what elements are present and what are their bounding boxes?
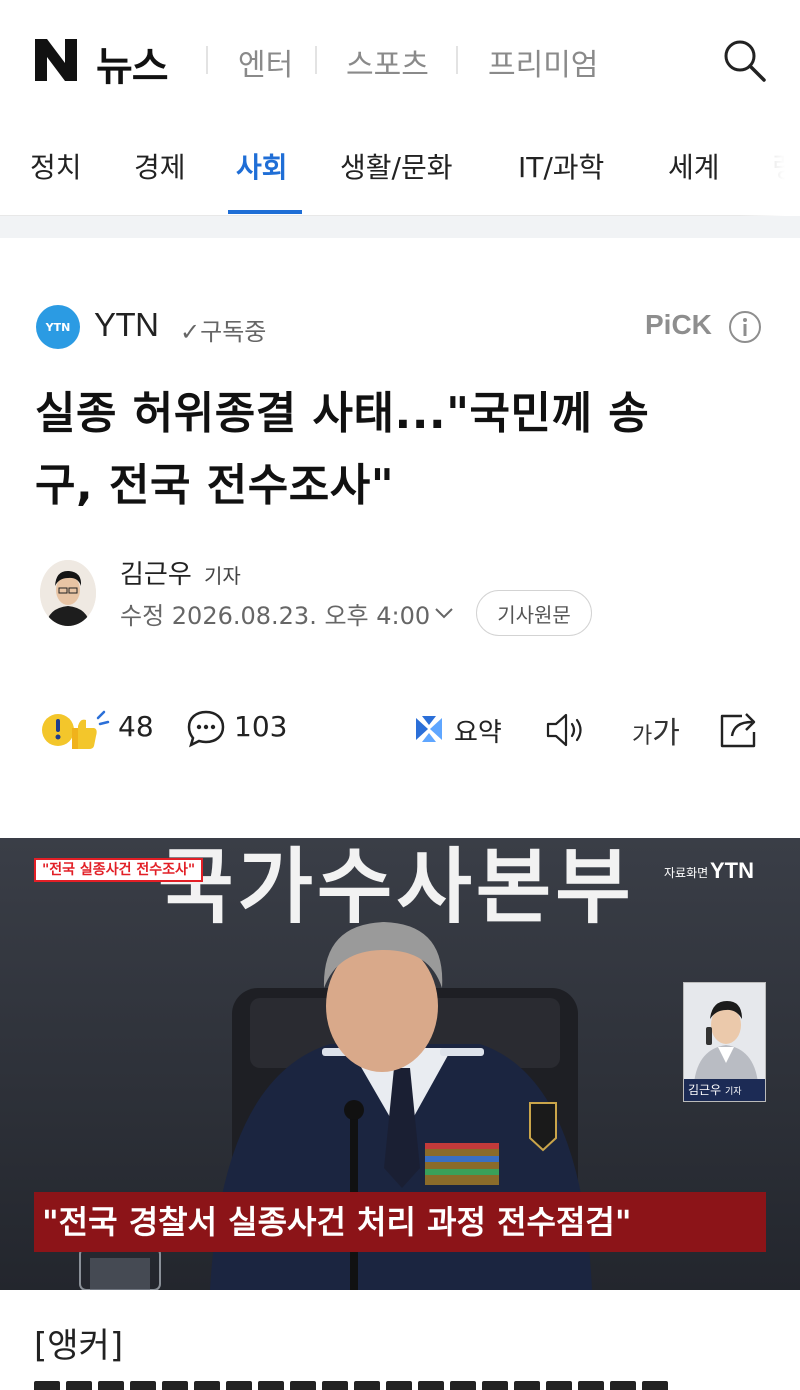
tab-society[interactable]: 사회 [236,146,288,186]
nav-entertainment[interactable]: 엔터 [238,40,293,84]
nav-sports[interactable]: 스포츠 [346,40,429,84]
photo-topic-tag: "전국 실종사건 전수조사" [34,858,204,882]
reporter-role: 기자 [204,564,241,588]
search-icon[interactable] [720,36,768,84]
ai-summary-icon[interactable] [412,712,446,746]
inset-role: 기자 [724,1087,742,1097]
comment-count: 103 [234,710,288,743]
inset-caption: 김근우 기자 [684,1079,765,1101]
summary-label[interactable]: 요약 [454,712,502,749]
nav-premium[interactable]: 프리미엄 [488,40,598,84]
divider [315,46,317,74]
share-icon[interactable] [718,708,762,750]
subscribe-label: 구독중 [200,318,267,346]
category-tabs: 정치 경제 사회 생활/문화 IT/과학 세계 랭 [0,120,800,216]
photo-caption-bar: "전국 경찰서 실종사건 처리 과정 전수점검" [34,1192,766,1252]
reaction-count: 48 [118,710,154,743]
original-article-button[interactable]: 기사원문 [476,590,592,636]
font-size-large: 가 [652,716,680,751]
press-name[interactable]: YTN [94,306,159,344]
backdrop-sign: 국가수사본부 [158,840,635,935]
tab-politics[interactable]: 정치 [30,146,82,186]
tab-it-science[interactable]: IT/과학 [518,146,604,186]
channel-watermark: YTN [710,858,754,883]
reaction-icon[interactable] [40,706,112,752]
top-bar: 뉴스 엔터 스포츠 프리미엄 [0,0,800,120]
news-logo-label[interactable]: 뉴스 [96,34,169,92]
body-text-cutoff [34,1380,764,1390]
subscribe-status[interactable]: ✓구독중 [180,312,266,347]
active-tab-indicator [228,210,302,214]
speaker-icon[interactable] [544,710,588,750]
headline-line-2: 구, 전국 전수조사" [35,460,395,511]
info-icon[interactable] [728,310,762,344]
reporter-avatar[interactable] [40,560,96,626]
font-size-small: 가 [632,724,653,749]
headline-line-1: 실종 허위종결 사태..."국민께 송 [35,388,650,439]
press-logo[interactable]: YTN [36,305,80,349]
tab-economy[interactable]: 경제 [134,146,186,186]
article-headline: 실종 허위종결 사태..."국민께 송 구, 전국 전수조사" [35,378,775,522]
inset-name: 김근우 [688,1083,722,1097]
comment-icon[interactable] [186,708,226,748]
tab-world[interactable]: 세계 [668,146,720,186]
divider [456,46,458,74]
reporter-inset-photo [684,983,765,1083]
anchor-label: [앵커] [34,1326,124,1366]
pick-badge: PiCK [645,309,712,340]
section-divider [0,216,800,238]
divider [206,46,208,74]
font-size-icon[interactable]: 가가 [632,708,680,752]
tab-fade [740,120,800,216]
article-date: 수정 2026.08.23. 오후 4:00 [120,602,431,630]
article-actions: 48 103 요약 가가 [0,700,800,760]
naver-logo-icon[interactable] [33,37,79,83]
check-icon: ✓ [180,318,201,346]
reporter-name[interactable]: 김근우 [120,560,192,590]
reporter-inset: 김근우 기자 [683,982,766,1102]
chevron-down-icon[interactable] [432,604,456,622]
article-photo[interactable]: 국가수사본부 "전국 실종사건 전수조사" 자료화면 YTN 김근우 기자 "전… [0,838,800,1290]
archive-footage-label: 자료화면 [664,866,709,880]
reporter-byline[interactable]: 김근우 기자 [120,554,241,591]
tab-life-culture[interactable]: 생활/문화 [340,146,452,186]
